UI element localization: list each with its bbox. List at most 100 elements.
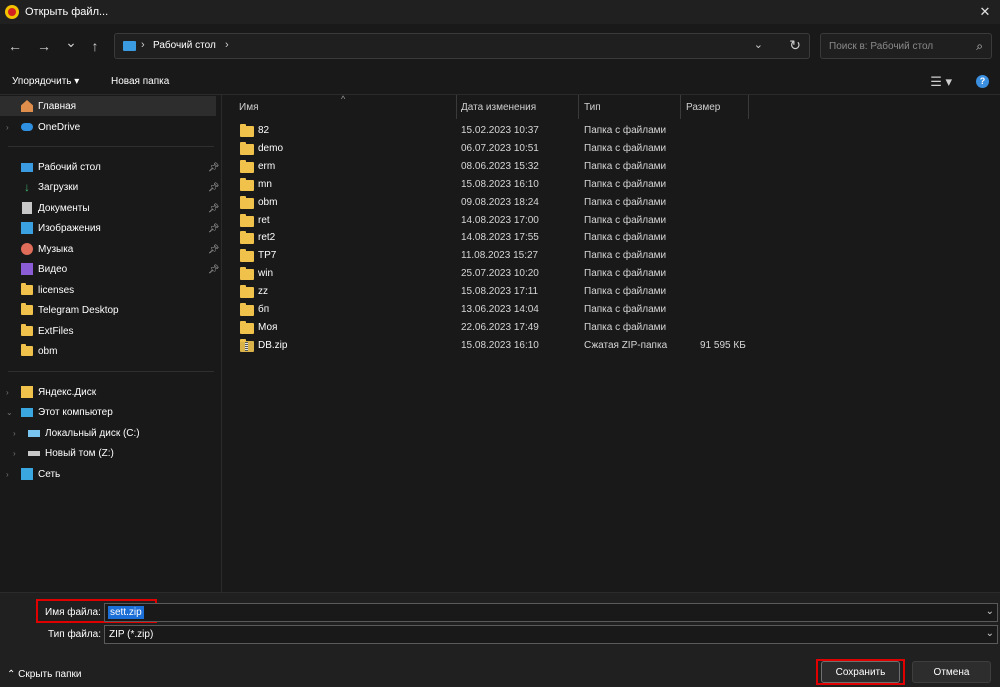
folder-icon [240, 141, 254, 155]
sidebar-item-label: Новый том (Z:) [45, 447, 114, 459]
chevron-right-icon[interactable]: › [225, 39, 229, 51]
file-row[interactable]: 82 15.02.2023 10:37 Папка с файлами [223, 122, 1000, 140]
file-row[interactable]: Моя 22.06.2023 17:49 Папка с файлами [223, 319, 1000, 337]
file-date: 06.07.2023 10:51 [461, 142, 539, 154]
sidebar-item-label: OneDrive [38, 121, 81, 133]
sidebar-item-extfiles[interactable]: ExtFiles [0, 321, 216, 341]
folder-icon [240, 231, 254, 245]
file-date: 13.06.2023 14:04 [461, 304, 539, 315]
filename-input[interactable]: sett.zip ⌄ [104, 603, 998, 622]
pin-icon[interactable]: 📌︎ [208, 223, 219, 234]
folder-icon [240, 267, 254, 281]
filename-value[interactable]: sett.zip [108, 606, 144, 619]
back-arrow-icon[interactable]: ← [6, 37, 24, 55]
sidebar-item-downloads[interactable]: ↓ Загрузки 📌︎ [0, 177, 219, 197]
search-icon[interactable]: ⌕ [976, 39, 983, 54]
save-button[interactable]: Сохранить [821, 661, 900, 683]
expand-chevron-icon[interactable]: › [13, 429, 16, 438]
expand-chevron-icon[interactable]: › [6, 388, 9, 397]
sort-up-icon: ^ [341, 94, 346, 104]
sidebar-item-music[interactable]: Музыка 📌︎ [0, 239, 219, 259]
view-options-icon[interactable]: ☰ ▾ [930, 74, 952, 90]
hide-folders-button[interactable]: ⌃ Скрыть папки [7, 669, 81, 680]
sidebar-item-documents[interactable]: Документы 📌︎ [0, 198, 219, 218]
sidebar-item-licenses[interactable]: licenses [0, 280, 216, 300]
chevron-down-icon[interactable]: ⌄ [754, 38, 763, 51]
sidebar-item-yandex-disk[interactable]: › Яндекс.Диск [0, 382, 216, 402]
column-divider[interactable] [578, 95, 579, 119]
file-type: Папка с файлами [584, 178, 667, 190]
up-arrow-icon[interactable]: ↑ [86, 37, 104, 55]
hide-folders-label: Скрыть папки [18, 669, 82, 680]
file-date: 11.08.2023 15:27 [461, 250, 539, 262]
pin-icon[interactable]: 📌︎ [208, 264, 219, 275]
file-name: demo [258, 142, 284, 154]
filetype-value: ZIP (*.zip) [109, 629, 154, 640]
sidebar-item-drive-z[interactable]: › Новый том (Z:) [0, 443, 216, 463]
file-name: ret2 [258, 232, 276, 244]
address-segment[interactable]: Рабочий стол [153, 40, 216, 51]
close-icon[interactable]: ✕ [970, 0, 1000, 24]
column-divider[interactable] [456, 95, 457, 119]
pin-icon[interactable]: 📌︎ [208, 203, 219, 214]
column-header-date[interactable]: Дата изменения [461, 95, 536, 119]
file-date: 15.08.2023 16:10 [461, 339, 539, 351]
file-row[interactable]: бп 13.06.2023 14:04 Папка с файлами [223, 301, 1000, 319]
search-input[interactable]: Поиск в: Рабочий стол ⌕ [820, 33, 992, 59]
sidebar-item-video[interactable]: Видео 📌︎ [0, 259, 219, 279]
recent-locations-chevron-icon[interactable]: ⌄ [62, 33, 80, 51]
file-list: ^ Имя Дата изменения Тип Размер 82 15.02.… [223, 94, 1000, 592]
sidebar-item-label: Загрузки [38, 181, 79, 193]
file-row[interactable]: TP7 11.08.2023 15:27 Папка с файлами [223, 247, 1000, 265]
expand-chevron-icon[interactable]: › [13, 449, 16, 458]
expand-chevron-icon[interactable]: ⌄ [6, 408, 13, 417]
sidebar-item-desktop[interactable]: Рабочий стол 📌︎ [0, 157, 219, 177]
sidebar-item-onedrive[interactable]: › OneDrive [0, 117, 216, 137]
pin-icon[interactable]: 📌︎ [208, 182, 219, 193]
file-row[interactable]: win 25.07.2023 10:20 Папка с файлами [223, 265, 1000, 283]
folder-icon [240, 285, 254, 299]
chevron-down-icon[interactable]: ⌄ [986, 606, 994, 617]
file-row[interactable]: demo 06.07.2023 10:51 Папка с файлами [223, 140, 1000, 158]
sidebar-item-drive-c[interactable]: › Локальный диск (C:) [0, 423, 216, 443]
sidebar-item-this-pc[interactable]: ⌄ Этот компьютер [0, 402, 216, 422]
forward-arrow-icon[interactable]: → [35, 37, 53, 55]
chevron-down-icon[interactable]: ⌄ [986, 628, 994, 639]
column-header-name[interactable]: Имя [239, 95, 258, 119]
file-row[interactable]: mn 15.08.2023 16:10 Папка с файлами [223, 176, 1000, 194]
folder-icon [240, 195, 254, 209]
file-row[interactable]: zz 15.08.2023 17:11 Папка с файлами [223, 283, 1000, 301]
file-name: erm [258, 160, 276, 172]
expand-chevron-icon[interactable]: › [6, 470, 9, 479]
pin-icon[interactable]: 📌︎ [208, 162, 219, 173]
sidebar-item-pictures[interactable]: Изображения 📌︎ [0, 218, 219, 238]
sidebar-item-label: Главная [38, 100, 77, 112]
expand-chevron-icon[interactable]: › [6, 123, 9, 132]
organize-button[interactable]: Упорядочить ▾ [12, 76, 79, 87]
sidebar-item-home[interactable]: Главная [0, 96, 216, 116]
column-header-size[interactable]: Размер [686, 95, 720, 119]
new-folder-button[interactable]: Новая папка [111, 76, 169, 87]
filetype-select[interactable]: ZIP (*.zip) ⌄ [104, 625, 998, 644]
cancel-button[interactable]: Отмена [912, 661, 991, 683]
pin-icon[interactable]: 📌︎ [208, 244, 219, 255]
column-divider[interactable] [748, 95, 749, 119]
refresh-icon[interactable]: ↻ [789, 37, 801, 54]
column-divider[interactable] [680, 95, 681, 119]
help-icon[interactable]: ? [976, 75, 989, 88]
file-row[interactable]: ret2 14.08.2023 17:55 Папка с файлами [223, 229, 1000, 247]
navigation-bar: ← → ⌄ ↑ › Рабочий стол › ⌄ ↻ Поиск в: Ра… [0, 24, 1000, 68]
folder-icon [240, 303, 254, 316]
cloud-icon [21, 123, 33, 131]
sidebar-item-obm[interactable]: obm [0, 341, 216, 361]
file-row[interactable]: ret 14.08.2023 17:00 Папка с файлами [223, 212, 1000, 230]
file-type: Папка с файлами [584, 304, 667, 315]
address-bar[interactable]: › Рабочий стол › ⌄ ↻ [114, 33, 810, 59]
sidebar-item-network[interactable]: › Сеть [0, 464, 216, 484]
column-header-type[interactable]: Тип [584, 95, 601, 119]
sidebar-item-telegram-desktop[interactable]: Telegram Desktop [0, 300, 216, 320]
file-type: Папка с файлами [584, 125, 667, 136]
file-row[interactable]: erm 08.06.2023 15:32 Папка с файлами [223, 158, 1000, 176]
file-row[interactable]: obm 09.08.2023 18:24 Папка с файлами [223, 194, 1000, 212]
file-row[interactable]: DB.zip 15.08.2023 16:10 Сжатая ZIP-папка 91… [223, 337, 1000, 355]
